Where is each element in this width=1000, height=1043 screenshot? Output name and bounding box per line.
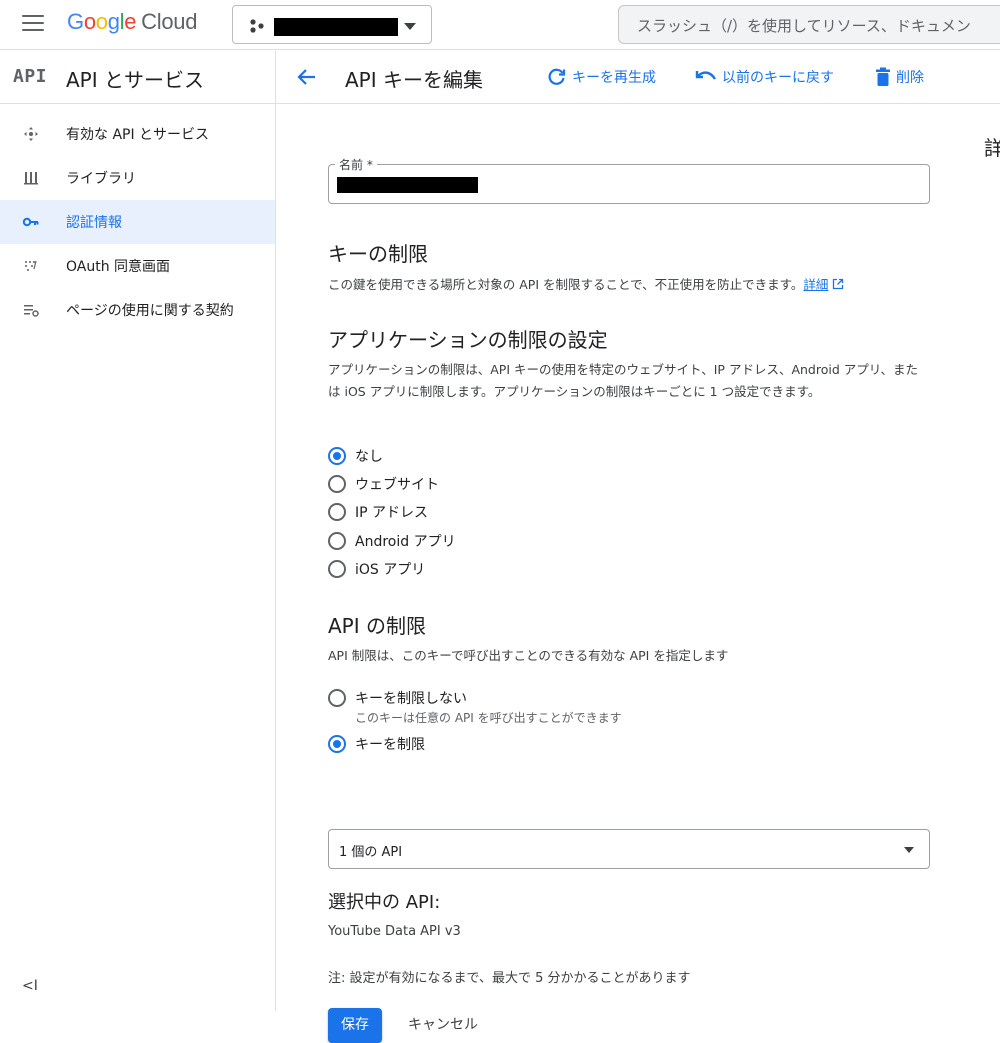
main-content: API キーを編集 キーを再生成 以前のキーに戻す 削除 詳 名前 * キーの制…	[276, 50, 1000, 1043]
collapse-sidebar-icon[interactable]: <I	[22, 978, 38, 994]
radio-label: なし	[355, 449, 383, 465]
sidebar-item-label: ライブラリ	[66, 171, 136, 187]
api-logo-icon: API	[13, 66, 48, 87]
radio-button-checked[interactable]	[328, 447, 346, 465]
key-restrictions-description: この鍵を使用できる場所と対象の API を制限することで、不正使用を防止できます…	[328, 274, 930, 296]
refresh-icon	[548, 68, 566, 85]
page-agreement-icon	[24, 305, 39, 317]
api-restrictions-description: API 制限は、このキーで呼び出すことのできる有効な API を指定します	[328, 648, 729, 663]
api-select-value: 1 個の API	[339, 845, 403, 860]
sidebar-item-credentials[interactable]: 認証情報	[0, 200, 275, 244]
name-label: 名前 *	[335, 156, 377, 173]
chevron-down-icon	[404, 23, 416, 30]
api-restriction-unrestricted[interactable]: キーを制限しない このキーは任意の API を呼び出すことができます	[328, 687, 728, 727]
radio-button[interactable]	[328, 503, 346, 521]
name-value-redacted	[337, 177, 478, 193]
key-restrictions-text: この鍵を使用できる場所と対象の API を制限することで、不正使用を防止できます…	[328, 277, 804, 292]
delete-button[interactable]: 削除	[875, 67, 924, 88]
trash-icon	[876, 67, 890, 86]
app-restrictions-heading: アプリケーションの制限の設定	[328, 328, 608, 352]
api-restrictions-heading: API の制限	[328, 614, 426, 638]
sidebar-item-label: ページの使用に関する契約	[66, 303, 234, 319]
google-cloud-logo[interactable]: Google Cloud	[67, 9, 197, 35]
sidebar-item-label: OAuth 同意画面	[66, 259, 171, 275]
revert-key-button[interactable]: 以前のキーに戻す	[695, 67, 834, 87]
radio-label: キーを制限	[355, 737, 425, 753]
radio-label: キーを制限しない	[355, 691, 467, 707]
revert-key-label: 以前のキーに戻す	[722, 70, 834, 86]
sidebar-item-oauth-consent[interactable]: OAuth 同意画面	[0, 244, 275, 288]
radio-label: ウェブサイト	[355, 477, 439, 493]
radio-button[interactable]	[328, 689, 346, 707]
name-field[interactable]: 名前 *	[328, 156, 930, 204]
undo-icon	[695, 71, 717, 80]
details-panel-heading: 詳	[984, 136, 1000, 160]
project-name-redacted	[274, 18, 398, 36]
radio-label: IP アドレス	[355, 505, 429, 521]
library-icon	[24, 172, 38, 185]
radio-label: Android アプリ	[355, 534, 456, 550]
api-services-icon	[24, 127, 38, 141]
key-icon	[22, 217, 39, 227]
sidebar-item-library[interactable]: ライブラリ	[0, 156, 275, 200]
details-link-label: 詳細	[803, 277, 829, 292]
radio-button[interactable]	[328, 475, 346, 493]
sidebar-header: API API とサービス	[0, 50, 275, 104]
details-link[interactable]: 詳細	[803, 277, 828, 292]
sidebar-item-label: 認証情報	[66, 215, 122, 231]
save-button[interactable]: 保存	[328, 1008, 382, 1043]
app-restrictions-description: アプリケーションの制限は、API キーの使用を特定のウェブサイト、IP アドレス…	[328, 362, 918, 399]
selected-api-heading: 選択中の API:	[328, 892, 441, 913]
radio-button-checked[interactable]	[328, 735, 346, 753]
dropdown-arrow-icon	[904, 847, 914, 853]
sidebar-title: API とサービス	[66, 68, 204, 92]
external-link-icon[interactable]	[832, 278, 844, 290]
regenerate-key-label: キーを再生成	[572, 70, 656, 86]
main-menu-icon[interactable]	[22, 15, 44, 33]
sidebar-item-label: 有効な API とサービス	[66, 127, 210, 143]
top-bar: Google Cloud スラッシュ（/）を使用してリソース、ドキュメン	[0, 0, 1000, 50]
regenerate-key-button[interactable]: キーを再生成	[547, 67, 656, 88]
project-selector[interactable]	[232, 5, 432, 44]
radio-button[interactable]	[328, 560, 346, 578]
selected-api-value: YouTube Data API v3	[328, 924, 461, 939]
radio-label: iOS アプリ	[355, 562, 426, 578]
key-restrictions-heading: キーの制限	[328, 242, 428, 266]
project-icon	[250, 19, 264, 33]
api-select-dropdown[interactable]: 1 個の API	[328, 829, 930, 869]
sidebar-item-page-agreement[interactable]: ページの使用に関する契約	[0, 288, 275, 332]
radio-sublabel: このキーは任意の API を呼び出すことができます	[355, 711, 622, 725]
sidebar-item-enabled-apis[interactable]: 有効な API とサービス	[0, 112, 275, 156]
propagation-note: 注: 設定が有効になるまで、最大で 5 分かかることがあります	[328, 971, 691, 986]
action-bar: API キーを編集 キーを再生成 以前のキーに戻す 削除	[276, 50, 1000, 104]
page-title: API キーを編集	[345, 68, 483, 92]
delete-label: 削除	[896, 70, 924, 86]
search-input[interactable]: スラッシュ（/）を使用してリソース、ドキュメン	[618, 5, 1000, 44]
back-arrow-icon[interactable]	[296, 66, 318, 88]
cancel-button[interactable]: キャンセル	[398, 1008, 488, 1043]
sidebar: API API とサービス 有効な API とサービス ライブラリ 認証情報 O…	[0, 50, 276, 1011]
oauth-consent-icon	[25, 260, 37, 271]
radio-button[interactable]	[328, 532, 346, 550]
